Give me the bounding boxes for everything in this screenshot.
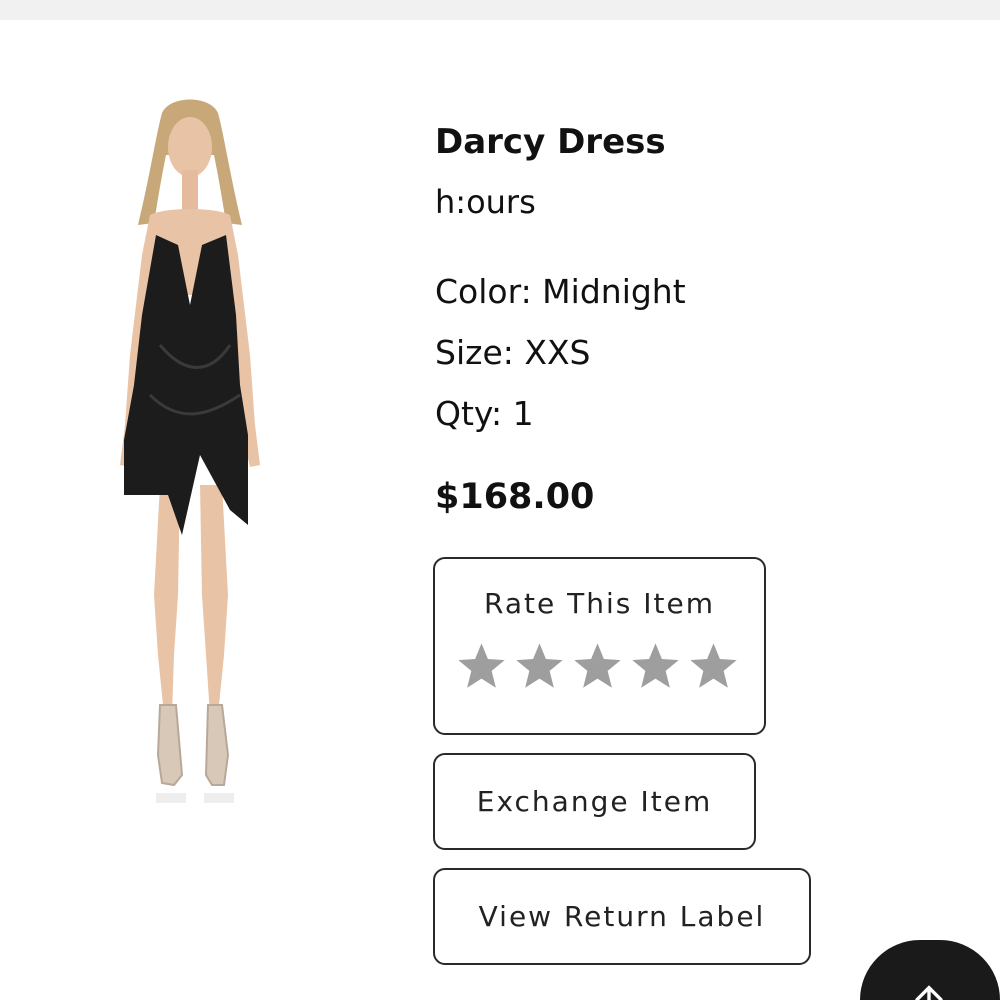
rate-item-label: Rate This Item	[484, 587, 715, 620]
star-rating[interactable]	[455, 640, 740, 693]
product-color: Color: Midnight	[435, 272, 686, 311]
arrow-up-icon	[915, 985, 943, 1000]
product-image[interactable]	[90, 95, 290, 810]
star-icon[interactable]	[571, 640, 624, 693]
scroll-to-top-button[interactable]	[860, 940, 1000, 1000]
star-icon[interactable]	[455, 640, 508, 693]
product-size: Size: XXS	[435, 333, 591, 372]
view-return-label-text: View Return Label	[478, 900, 766, 933]
exchange-item-label: Exchange Item	[476, 785, 713, 818]
view-return-label-button[interactable]: View Return Label	[433, 868, 811, 965]
exchange-item-button[interactable]: Exchange Item	[433, 753, 756, 850]
star-icon[interactable]	[513, 640, 566, 693]
star-icon[interactable]	[629, 640, 682, 693]
product-title: Darcy Dress	[435, 122, 666, 162]
top-status-strip	[0, 0, 1000, 20]
product-qty: Qty: 1	[435, 394, 534, 433]
star-icon[interactable]	[687, 640, 740, 693]
product-brand[interactable]: h:ours	[435, 183, 536, 221]
product-price: $168.00	[435, 477, 595, 517]
